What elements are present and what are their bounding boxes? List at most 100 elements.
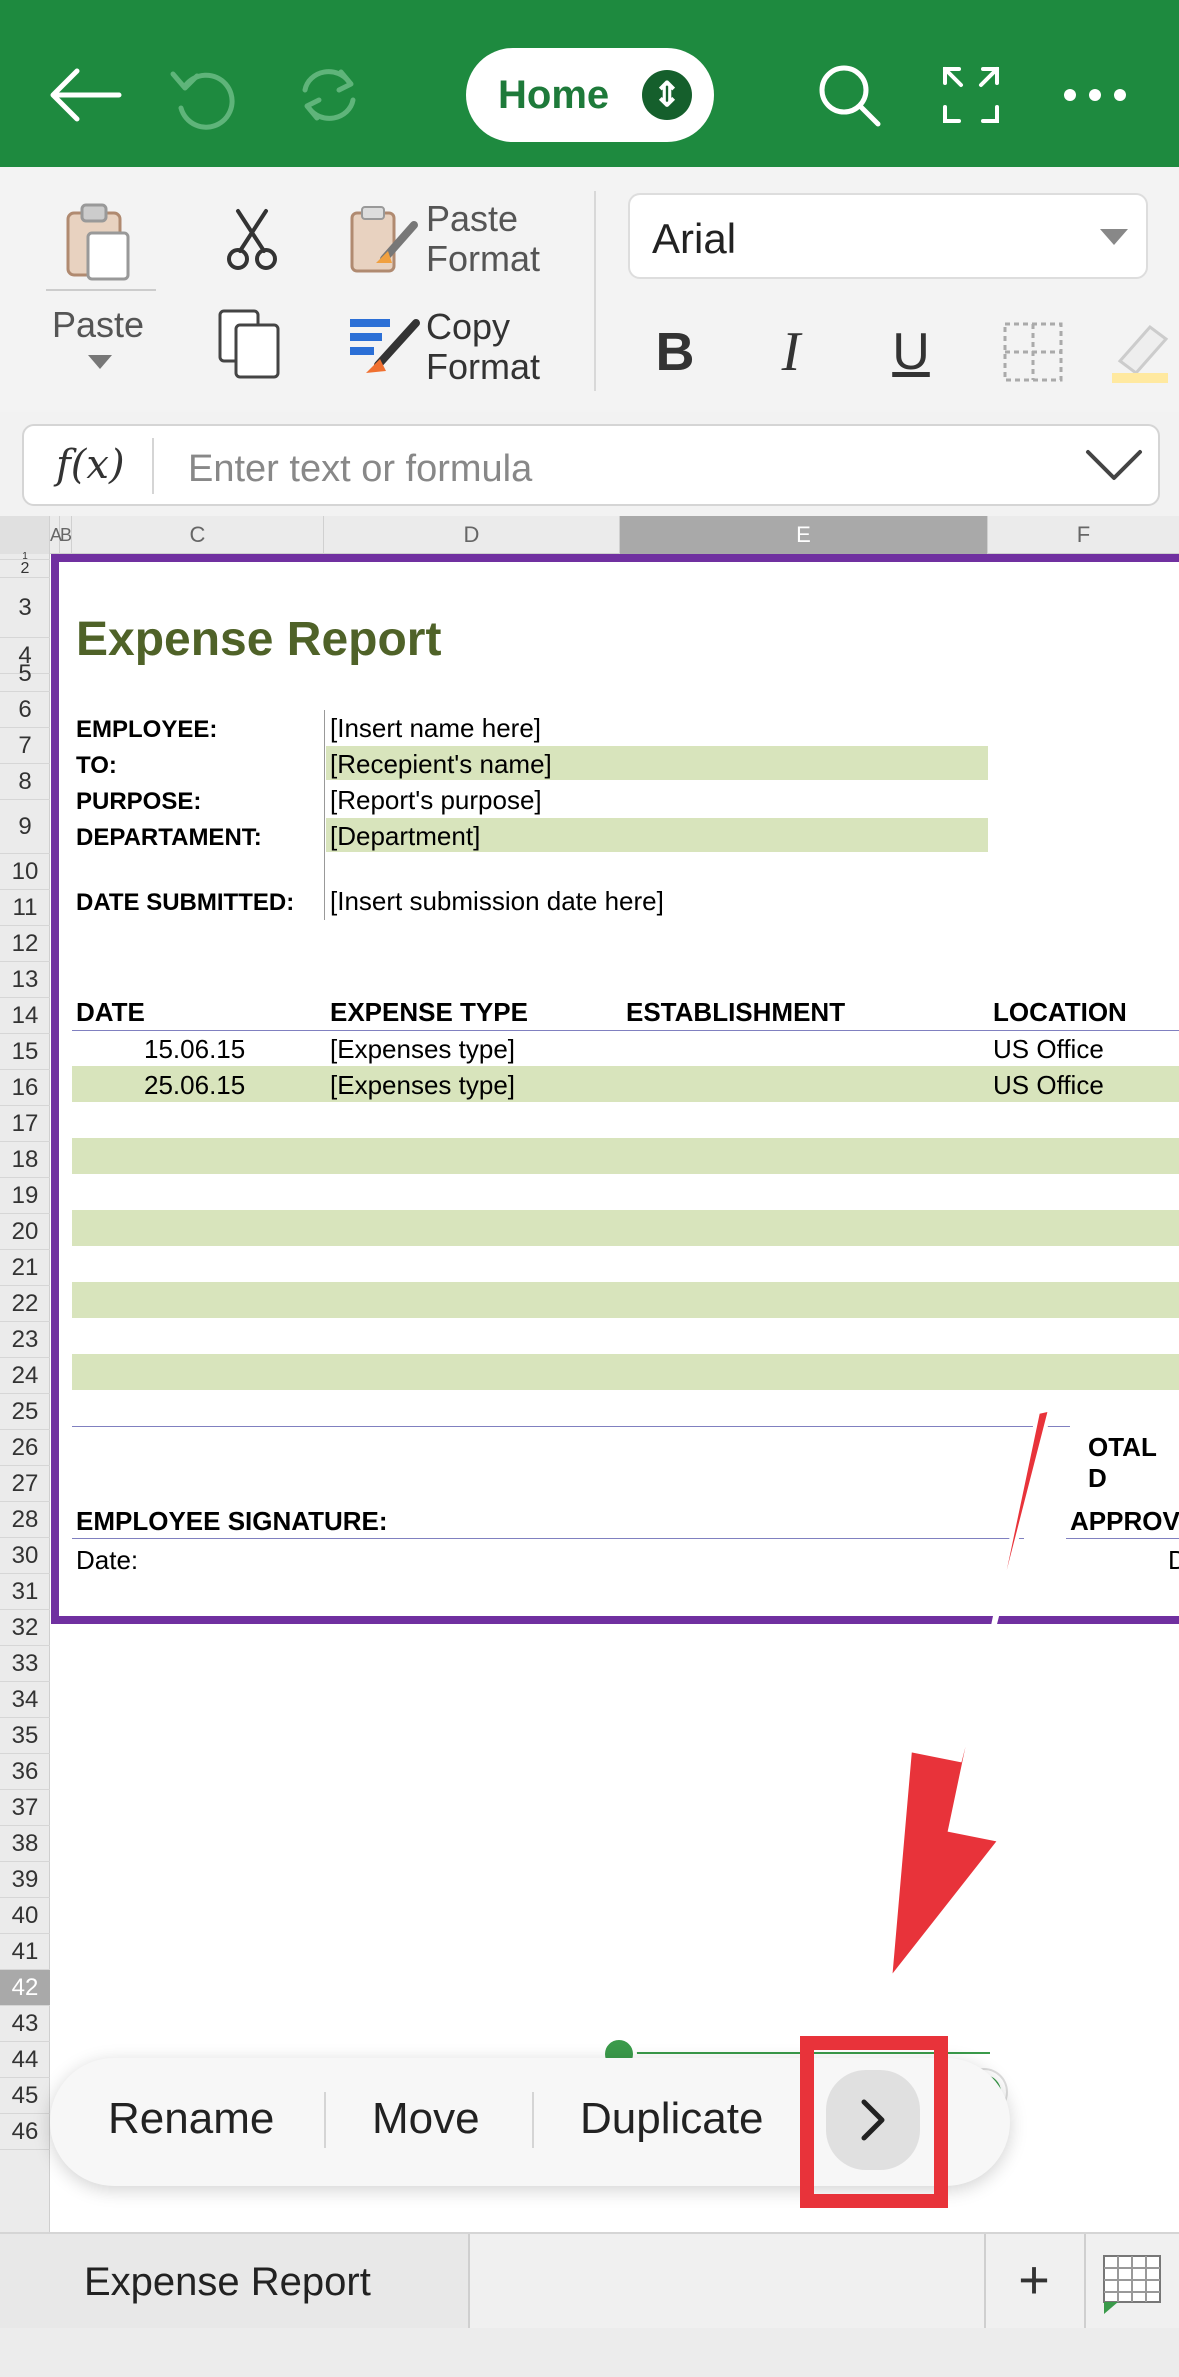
paste-dropdown-caret[interactable] — [88, 355, 112, 369]
chevron-down-icon[interactable] — [1084, 440, 1144, 490]
row-header[interactable]: 45 — [0, 2078, 50, 2114]
row-header[interactable]: 23 — [0, 1322, 50, 1358]
column-header[interactable]: E — [620, 516, 988, 554]
row-header[interactable]: 33 — [0, 1646, 50, 1682]
underline-button[interactable]: U — [866, 307, 956, 397]
row-header[interactable]: 7 — [0, 728, 50, 764]
row-header[interactable]: 28 — [0, 1502, 50, 1538]
purpose-value[interactable]: [Report's purpose] — [330, 785, 542, 816]
row-header[interactable]: 10 — [0, 854, 50, 890]
formula-input[interactable]: Enter text or formula — [188, 448, 532, 491]
borders-icon[interactable] — [988, 307, 1078, 397]
row-header[interactable]: 21 — [0, 1250, 50, 1286]
back-arrow-icon[interactable] — [40, 50, 130, 140]
copy-format-brush-icon[interactable] — [348, 313, 422, 382]
total-label[interactable]: OTAL D — [1088, 1432, 1179, 1494]
department-label[interactable]: DEPARTAMENT: — [76, 824, 262, 852]
redo-icon[interactable] — [284, 50, 374, 140]
column-header[interactable]: A — [50, 516, 62, 554]
row-header[interactable]: 41 — [0, 1934, 50, 1970]
bold-button[interactable]: B — [630, 307, 720, 397]
table-header-establishment[interactable]: ESTABLISHMENT — [626, 997, 845, 1028]
row-header[interactable]: 30 — [0, 1538, 50, 1574]
corner-cell[interactable] — [0, 516, 50, 554]
rename-button[interactable]: Rename — [108, 2094, 274, 2144]
table-cell-date[interactable]: 25.06.15 — [144, 1070, 245, 1101]
grid-view-icon[interactable] — [1100, 2252, 1164, 2321]
date-submitted-value[interactable]: [Insert submission date here] — [330, 886, 664, 917]
row-header[interactable]: 24 — [0, 1358, 50, 1394]
row-header[interactable]: 14 — [0, 998, 50, 1034]
table-cell-location[interactable]: US Office — [993, 1034, 1104, 1065]
column-header[interactable]: C — [72, 516, 324, 554]
row-header[interactable]: 13 — [0, 962, 50, 998]
row-header[interactable]: 39 — [0, 1862, 50, 1898]
italic-button[interactable]: I — [746, 307, 836, 397]
row-header[interactable]: 42 — [0, 1970, 50, 2006]
sheet-tab-expense-report[interactable]: Expense Report — [0, 2234, 470, 2330]
undo-icon[interactable] — [160, 50, 250, 140]
row-header[interactable]: 6 — [0, 692, 50, 728]
row-header[interactable]: 20 — [0, 1214, 50, 1250]
row-header[interactable]: 9 — [0, 800, 50, 854]
date-submitted-label[interactable]: DATE SUBMITTED: — [76, 889, 294, 917]
paste-format-label-2[interactable]: Format — [426, 239, 540, 279]
home-tab-selector[interactable]: Home ⇕ — [466, 48, 714, 142]
to-label[interactable]: TO: — [76, 752, 117, 780]
row-header[interactable]: 3 — [0, 578, 50, 638]
copy-format-label-2[interactable]: Format — [426, 347, 540, 387]
row-header[interactable]: 2 — [0, 560, 50, 578]
report-title[interactable]: Expense Report — [76, 612, 441, 667]
font-selector[interactable]: Arial — [628, 193, 1148, 279]
employee-value[interactable]: [Insert name here] — [330, 713, 541, 744]
row-header[interactable]: 15 — [0, 1034, 50, 1070]
approval-date-label[interactable]: D — [1168, 1545, 1179, 1576]
paste-label[interactable]: Paste — [52, 305, 144, 345]
table-cell-location[interactable]: US Office — [993, 1070, 1104, 1101]
purpose-label[interactable]: PURPOSE: — [76, 788, 201, 816]
to-value[interactable]: [Recepient's name] — [330, 749, 552, 780]
employee-label[interactable]: EMPLOYEE: — [76, 716, 217, 744]
copy-icon[interactable] — [216, 307, 286, 384]
row-header[interactable]: 36 — [0, 1754, 50, 1790]
row-header[interactable]: 27 — [0, 1466, 50, 1502]
row-header[interactable]: 25 — [0, 1394, 50, 1430]
row-header[interactable]: 12 — [0, 926, 50, 962]
copy-format-label-1[interactable]: Copy — [426, 307, 510, 347]
table-cell-date[interactable]: 15.06.15 — [144, 1034, 245, 1065]
date-label[interactable]: Date: — [76, 1545, 138, 1576]
add-sheet-button[interactable]: + — [996, 2248, 1072, 2318]
row-header[interactable]: 11 — [0, 890, 50, 926]
row-header[interactable]: 32 — [0, 1610, 50, 1646]
search-icon[interactable] — [804, 50, 894, 140]
employee-signature-label[interactable]: EMPLOYEE SIGNATURE: — [76, 1506, 388, 1537]
duplicate-button[interactable]: Duplicate — [580, 2094, 763, 2144]
row-header[interactable]: 46 — [0, 2114, 50, 2150]
row-header[interactable]: 18 — [0, 1142, 50, 1178]
column-header[interactable]: B — [60, 516, 72, 554]
table-header-expense-type[interactable]: EXPENSE TYPE — [330, 997, 528, 1028]
table-header-location[interactable]: LOCATION — [993, 997, 1127, 1028]
row-header[interactable]: 26 — [0, 1430, 50, 1466]
row-header[interactable]: 17 — [0, 1106, 50, 1142]
fx-label[interactable]: f(x) — [56, 442, 125, 488]
cut-scissors-icon[interactable] — [224, 207, 280, 276]
row-header[interactable]: 38 — [0, 1826, 50, 1862]
row-header[interactable]: 22 — [0, 1286, 50, 1322]
paste-format-label-1[interactable]: Paste — [426, 199, 518, 239]
row-header[interactable]: 31 — [0, 1574, 50, 1610]
row-header[interactable]: 16 — [0, 1070, 50, 1106]
table-cell-type[interactable]: [Expenses type] — [330, 1034, 515, 1065]
paste-clipboard-icon[interactable] — [62, 201, 132, 286]
paste-format-icon[interactable] — [348, 203, 422, 284]
department-value[interactable]: [Department] — [330, 821, 480, 852]
row-header[interactable]: 44 — [0, 2042, 50, 2078]
formula-bar[interactable]: f(x) Enter text or formula — [22, 424, 1160, 506]
row-header[interactable]: 34 — [0, 1682, 50, 1718]
row-header[interactable]: 5 — [0, 656, 50, 692]
row-header[interactable]: 35 — [0, 1718, 50, 1754]
row-header[interactable]: 19 — [0, 1178, 50, 1214]
move-button[interactable]: Move — [372, 2094, 480, 2144]
column-header[interactable]: F — [988, 516, 1179, 554]
fullscreen-icon[interactable] — [926, 50, 1016, 140]
